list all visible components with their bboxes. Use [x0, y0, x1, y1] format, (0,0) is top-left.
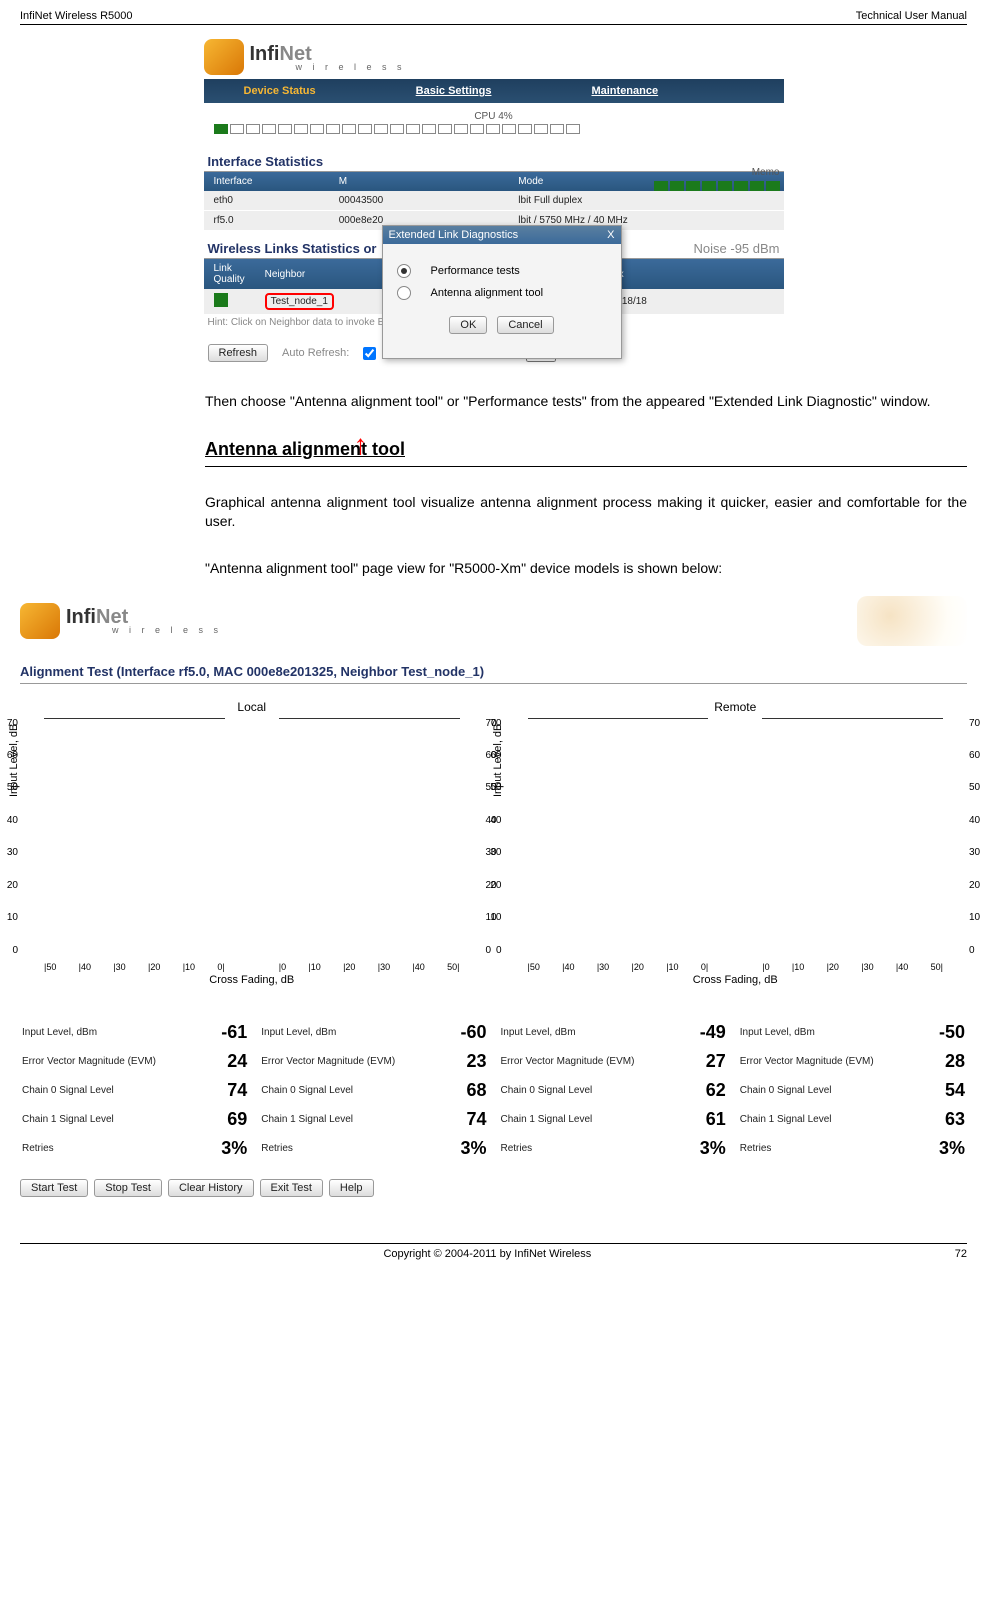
ok-button[interactable]: OK: [449, 316, 487, 334]
alignment-screenshot: InfiNet w i r e l e s s Alignment Test (…: [0, 590, 987, 1223]
chart-title: Local: [20, 700, 484, 714]
stats-local-right: Input Level, dBm-60 Error Vector Magnitu…: [259, 1018, 488, 1163]
opt-performance-tests: Performance tests: [431, 265, 520, 277]
quality-square-icon: [214, 293, 228, 307]
device-status-screenshot: InfiNet w i r e l e s s Device Status Ba…: [204, 35, 784, 376]
radio-row[interactable]: Performance tests: [397, 264, 607, 278]
logo: InfiNet w i r e l e s s: [204, 35, 784, 79]
page-number: 72: [955, 1248, 967, 1260]
logo-swoosh-icon: [20, 603, 60, 639]
chart-panel: [279, 718, 460, 719]
x-axis-label: Cross Fading, dB: [20, 974, 484, 986]
col-iface: Interface: [204, 172, 329, 191]
nav-basic-settings[interactable]: Basic Settings: [416, 85, 492, 97]
navbar: Device Status Basic Settings Maintenance: [204, 79, 784, 103]
x-ticks: |50|40|30|20|100|: [44, 962, 225, 972]
world-map-icon: [857, 596, 967, 646]
help-button[interactable]: Help: [329, 1179, 374, 1197]
logo: InfiNet w i r e l e s s: [20, 599, 222, 643]
opt-antenna-alignment: Antenna alignment tool: [431, 287, 544, 299]
auto-refresh-label: Auto Refresh:: [282, 347, 349, 359]
start-test-button[interactable]: Start Test: [20, 1179, 88, 1197]
extended-link-diagnostics-dialog: Extended Link Diagnostics X Performance …: [382, 225, 622, 359]
col-mac: M: [329, 172, 466, 191]
logo-swoosh-icon: [204, 39, 244, 75]
x-ticks: |0|10|20|30|4050|: [279, 962, 460, 972]
page-footer: Copyright © 2004-2011 by InfiNet Wireles…: [0, 1246, 987, 1274]
radio-icon[interactable]: [397, 264, 411, 278]
stop-test-button[interactable]: Stop Test: [94, 1179, 162, 1197]
refresh-button[interactable]: Refresh: [208, 344, 269, 362]
cpu-label: CPU 4%: [204, 111, 784, 122]
y-ticks: 706050403020100: [0, 718, 18, 956]
table-row[interactable]: eth000043500lbit Full duplex: [204, 191, 784, 211]
cancel-button[interactable]: Cancel: [497, 316, 553, 334]
chart-title: Remote: [504, 700, 968, 714]
x-axis-label: Cross Fading, dB: [504, 974, 968, 986]
col-quality: Link Quality: [204, 259, 255, 289]
body-para: Then choose "Antenna alignment tool" or …: [0, 376, 987, 423]
auto-refresh-checkbox[interactable]: [363, 347, 376, 360]
copyright: Copyright © 2004-2011 by InfiNet Wireles…: [383, 1248, 591, 1260]
section-heading: Antenna alignment tool: [0, 423, 987, 466]
cpu-bar: [204, 122, 784, 144]
radio-icon[interactable]: [397, 286, 411, 300]
stats-remote-left: Input Level, dBm-49 Error Vector Magnitu…: [499, 1018, 728, 1163]
neighbor-cell[interactable]: Test_node_1: [265, 293, 334, 310]
chart-remote: Remote Input Level, dB 706050403020100 |…: [504, 700, 968, 986]
stats-local-left: Input Level, dBm-61 Error Vector Magnitu…: [20, 1018, 249, 1163]
alignment-title: Alignment Test (Interface rf5.0, MAC 000…: [20, 646, 967, 684]
header-right: Technical User Manual: [856, 10, 967, 22]
chart-local: Local Input Level, dB 706050403020100 |5…: [20, 700, 484, 986]
nav-device-status[interactable]: Device Status: [244, 85, 316, 97]
body-para: "Antenna alignment tool" page view for "…: [0, 543, 987, 590]
logo-sub: w i r e l e s s: [296, 62, 406, 72]
iface-stats-title: Interface Statistics: [204, 144, 784, 172]
button-row: Start Test Stop Test Clear History Exit …: [20, 1163, 967, 1213]
x-ticks: |50|40|30|20|100|: [528, 962, 709, 972]
divider: [20, 1243, 967, 1244]
header-left: InfiNet Wireless R5000: [20, 10, 133, 22]
stats-remote-right: Input Level, dBm-50 Error Vector Magnitu…: [738, 1018, 967, 1163]
chart-panel: [762, 718, 943, 719]
chart-panel: [528, 718, 709, 719]
stats-grid: Input Level, dBm-61 Error Vector Magnitu…: [20, 1018, 967, 1163]
divider: [205, 466, 967, 467]
y-ticks: 706050403020100: [969, 718, 987, 956]
memo-bar: [654, 181, 780, 191]
memo-label: Memo: [752, 167, 780, 178]
chart-panel: [44, 718, 225, 719]
nav-maintenance[interactable]: Maintenance: [591, 85, 658, 97]
radio-row[interactable]: Antenna alignment tool: [397, 286, 607, 300]
body-para: Graphical antenna alignment tool visuali…: [0, 477, 987, 543]
charts-row: Local Input Level, dB 706050403020100 |5…: [20, 700, 967, 986]
red-arrow-annotation: ↑: [354, 439, 368, 455]
close-icon[interactable]: X: [607, 229, 614, 241]
exit-test-button[interactable]: Exit Test: [260, 1179, 323, 1197]
x-ticks: |0|10|20|30|4050|: [762, 962, 943, 972]
divider: [20, 24, 967, 25]
dialog-titlebar: Extended Link Diagnostics X: [383, 226, 621, 244]
clear-history-button[interactable]: Clear History: [168, 1179, 254, 1197]
logo-sub: w i r e l e s s: [112, 625, 222, 635]
y-ticks: 706050403020100: [482, 718, 502, 956]
page-header: InfiNet Wireless R5000 Technical User Ma…: [0, 0, 987, 24]
